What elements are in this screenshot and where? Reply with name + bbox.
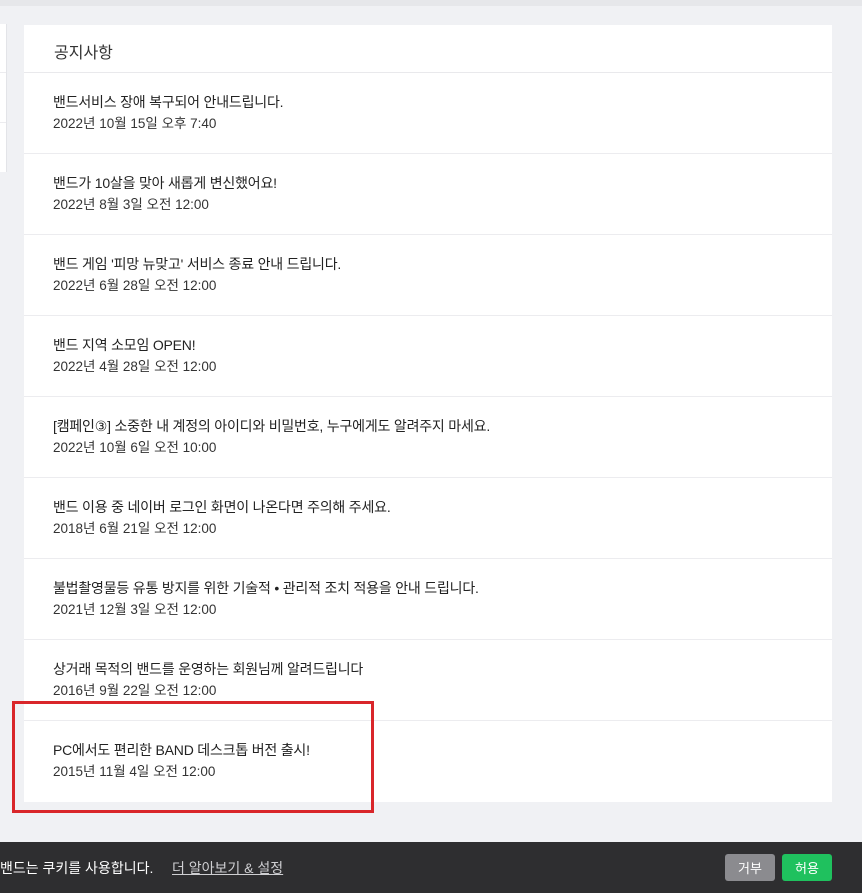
notice-item-date: 2015년 11월 4일 오전 12:00	[53, 764, 216, 779]
notice-item[interactable]: 밴드가 10살을 맞아 새롭게 변신했어요! 2022년 8월 3일 오전 12…	[24, 154, 832, 235]
cookie-reject-button[interactable]: 거부	[725, 854, 775, 881]
notice-item[interactable]: 밴드 이용 중 네이버 로그인 화면이 나온다면 주의해 주세요. 2018년 …	[24, 478, 832, 559]
notice-item-title: 불법촬영물등 유통 방지를 위한 기술적 • 관리적 조치 적용을 안내 드립니…	[53, 580, 479, 596]
notice-item[interactable]: 밴드서비스 장애 복구되어 안내드립니다. 2022년 10월 15일 오후 7…	[24, 73, 832, 154]
notice-item-date: 2022년 8월 3일 오전 12:00	[53, 197, 209, 212]
notice-list: 밴드서비스 장애 복구되어 안내드립니다. 2022년 10월 15일 오후 7…	[24, 73, 832, 802]
top-strip	[0, 0, 862, 6]
notice-item-date: 2018년 6월 21일 오전 12:00	[53, 521, 217, 536]
cookie-message: 밴드는 쿠키를 사용합니다.	[0, 860, 154, 876]
notice-header: 공지사항	[24, 25, 832, 73]
notice-item-title: 밴드서비스 장애 복구되어 안내드립니다.	[53, 94, 284, 110]
left-card-divider	[0, 72, 6, 73]
notice-item-date: 2021년 12월 3일 오전 12:00	[53, 602, 217, 617]
notice-item-title: [캠페인③] 소중한 내 계정의 아이디와 비밀번호, 누구에게도 알려주지 마…	[53, 418, 491, 434]
notice-item-date: 2016년 9월 22일 오전 12:00	[53, 683, 217, 698]
notice-title: 공지사항	[54, 45, 113, 62]
notice-item-date: 2022년 10월 15일 오후 7:40	[53, 116, 217, 131]
notice-item-title: 밴드가 10살을 맞아 새롭게 변신했어요!	[53, 175, 277, 191]
notice-item[interactable]: PC에서도 편리한 BAND 데스크톱 버전 출시! 2015년 11월 4일 …	[24, 721, 832, 802]
notice-item-date: 2022년 10월 6일 오전 10:00	[53, 440, 217, 455]
notice-item-title: PC에서도 편리한 BAND 데스크톱 버전 출시!	[53, 742, 310, 758]
notice-item[interactable]: 밴드 지역 소모임 OPEN! 2022년 4월 28일 오전 12:00	[24, 316, 832, 397]
notice-item-title: 상거래 목적의 밴드를 운영하는 회원님께 알려드립니다	[53, 661, 364, 677]
left-card-divider	[0, 122, 6, 123]
notice-item-date: 2022년 6월 28일 오전 12:00	[53, 278, 217, 293]
notice-item[interactable]: 상거래 목적의 밴드를 운영하는 회원님께 알려드립니다 2016년 9월 22…	[24, 640, 832, 721]
notice-item[interactable]: 밴드 게임 '피망 뉴맞고' 서비스 종료 안내 드립니다. 2022년 6월 …	[24, 235, 832, 316]
left-side-card	[0, 24, 7, 172]
notice-item-title: 밴드 이용 중 네이버 로그인 화면이 나온다면 주의해 주세요.	[53, 499, 391, 515]
notice-item-date: 2022년 4월 28일 오전 12:00	[53, 359, 217, 374]
notice-item[interactable]: 불법촬영물등 유통 방지를 위한 기술적 • 관리적 조치 적용을 안내 드립니…	[24, 559, 832, 640]
notice-item[interactable]: [캠페인③] 소중한 내 계정의 아이디와 비밀번호, 누구에게도 알려주지 마…	[24, 397, 832, 478]
notice-item-title: 밴드 게임 '피망 뉴맞고' 서비스 종료 안내 드립니다.	[53, 256, 342, 272]
notice-item-title: 밴드 지역 소모임 OPEN!	[53, 337, 196, 353]
cookie-consent-bar: 밴드는 쿠키를 사용합니다. 더 알아보기 & 설정 거부 허용	[0, 842, 862, 893]
cookie-learn-more-link[interactable]: 더 알아보기 & 설정	[172, 858, 283, 878]
notice-panel: 공지사항 밴드서비스 장애 복구되어 안내드립니다. 2022년 10월 15일…	[24, 25, 832, 802]
cookie-accept-button[interactable]: 허용	[782, 854, 832, 881]
